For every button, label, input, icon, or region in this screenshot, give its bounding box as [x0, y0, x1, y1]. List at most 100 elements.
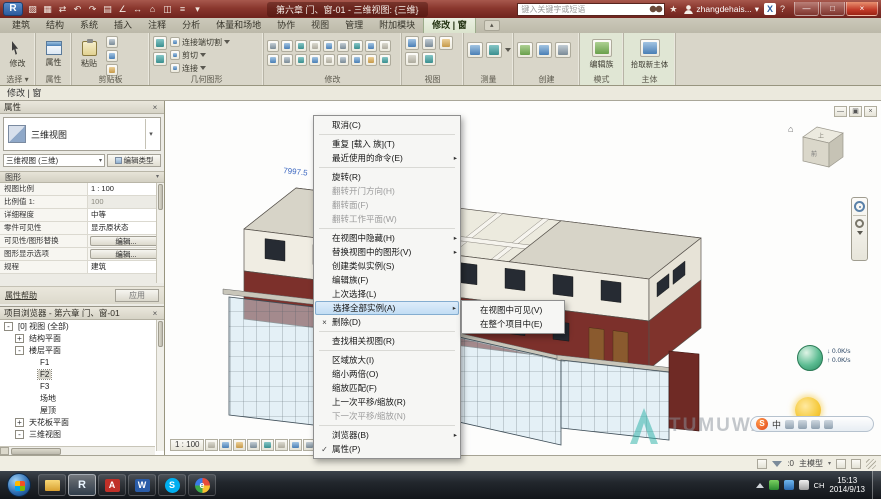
scrollbar-thumb[interactable]: [11, 448, 61, 455]
type-selector[interactable]: 三维视图 ▾: [3, 117, 161, 151]
maximize-button[interactable]: □: [820, 2, 845, 16]
view-minimize-icon[interactable]: —: [834, 106, 847, 117]
ime-skin-icon[interactable]: [811, 420, 820, 429]
aligned-dimension-icon[interactable]: ↔: [131, 3, 144, 16]
panel-label-measure[interactable]: 测量: [464, 74, 513, 85]
tab-view[interactable]: 视图: [303, 17, 337, 33]
zoom-tool-icon[interactable]: [855, 219, 864, 228]
taskbar-acrobat-icon[interactable]: A: [98, 474, 126, 496]
help-icon[interactable]: ?: [780, 4, 785, 14]
ime-toolbox-icon[interactable]: [824, 420, 833, 429]
create-group-icon[interactable]: [517, 42, 533, 58]
tab-insert[interactable]: 插入: [106, 17, 140, 33]
exclude-options-icon[interactable]: [851, 459, 861, 469]
match-properties-icon[interactable]: [379, 54, 391, 66]
tree-expander-icon[interactable]: +: [15, 334, 24, 343]
context-menu-item[interactable]: 上次选择(L): [315, 287, 459, 301]
exchange-apps-icon[interactable]: X: [764, 3, 776, 15]
wall-join-icon[interactable]: [153, 36, 167, 50]
demolish-icon[interactable]: [405, 52, 419, 66]
selection-filter-icon[interactable]: [772, 461, 782, 467]
viewcube-home-icon[interactable]: ⌂: [788, 124, 793, 134]
steering-wheel-icon[interactable]: [854, 201, 865, 212]
panel-label-mode[interactable]: 模式: [580, 74, 623, 85]
context-menu-item[interactable]: [319, 350, 455, 351]
ime-keyboard-icon[interactable]: [798, 420, 807, 429]
shadows-icon[interactable]: [247, 439, 260, 451]
tab-systems[interactable]: 系统: [72, 17, 106, 33]
join-geometry-button[interactable]: 连接: [170, 62, 230, 74]
remove-paint-icon[interactable]: [422, 52, 436, 66]
context-menu-item[interactable]: [319, 228, 455, 229]
edit-family-button[interactable]: 编辑族: [583, 36, 620, 73]
taskbar-word-icon[interactable]: W: [128, 474, 156, 496]
resize-grip[interactable]: [866, 459, 876, 469]
view-close-icon[interactable]: ×: [864, 106, 877, 117]
trim-corner-icon[interactable]: [281, 54, 293, 66]
panel-label-clipboard[interactable]: 剪贴板: [72, 74, 149, 85]
create-assembly-icon[interactable]: [555, 42, 571, 58]
tree-item[interactable]: - 楼层平面: [0, 344, 155, 356]
taskbar-browser-icon[interactable]: e: [188, 474, 216, 496]
scrollbar-thumb[interactable]: [158, 184, 163, 210]
design-options-icon[interactable]: [836, 459, 846, 469]
pin-icon[interactable]: [337, 54, 349, 66]
worksharing-icon[interactable]: [757, 459, 767, 469]
tree-expander-icon[interactable]: -: [4, 322, 13, 331]
net-speed-ball[interactable]: [797, 345, 823, 371]
tab-annotate[interactable]: 注释: [140, 17, 174, 33]
view-filter-combo[interactable]: 三维视图 (三维) ▾: [3, 154, 105, 167]
property-value[interactable]: 100: [88, 196, 164, 208]
context-menu-item[interactable]: 区域放大(I): [315, 353, 459, 367]
property-value[interactable]: 编辑...: [90, 236, 162, 246]
tree-item[interactable]: 场地: [0, 392, 155, 404]
context-menu-item[interactable]: 最近使用的命令(E) ▸: [315, 151, 459, 165]
tray-network-icon[interactable]: [784, 480, 794, 490]
navbar-caret-icon[interactable]: [857, 231, 863, 235]
context-menu-item[interactable]: [319, 134, 455, 135]
context-menu-item[interactable]: 编辑族(F): [315, 273, 459, 287]
tab-analyze[interactable]: 分析: [174, 17, 208, 33]
context-menu-item[interactable]: [319, 425, 455, 426]
minimize-button[interactable]: —: [794, 2, 819, 16]
paste-button[interactable]: 粘贴: [75, 36, 103, 73]
tab-modify-window[interactable]: 修改 | 窗: [423, 16, 476, 33]
context-menu-item[interactable]: 翻转开门方向(H): [315, 184, 459, 198]
crop-region-icon[interactable]: [289, 439, 302, 451]
property-value[interactable]: 1 : 100: [88, 183, 164, 195]
search-input[interactable]: [518, 4, 648, 15]
split-icon[interactable]: [323, 40, 335, 52]
copy-icon[interactable]: [106, 50, 118, 62]
join-end-cut-button[interactable]: 连接端切割: [170, 36, 230, 48]
language-indicator[interactable]: CH: [814, 481, 825, 490]
thin-lines-icon[interactable]: ≡: [176, 3, 189, 16]
browser-hscrollbar[interactable]: [0, 446, 155, 455]
tree-item[interactable]: F3: [0, 380, 155, 392]
taskbar-revit-icon[interactable]: R: [68, 474, 96, 496]
property-value[interactable]: 建筑: [88, 261, 164, 273]
taskbar-explorer-icon[interactable]: [38, 474, 66, 496]
submenu-item[interactable]: 在视图中可见(V): [463, 303, 563, 317]
tab-collaborate[interactable]: 协作: [269, 17, 303, 33]
favorites-star-icon[interactable]: ★: [669, 4, 677, 15]
array-icon[interactable]: [309, 54, 321, 66]
ribbon-collapse-icon[interactable]: ▴: [484, 20, 500, 31]
context-menu-item[interactable]: 上一次平移/缩放(R): [315, 395, 459, 409]
mirror-axis-icon[interactable]: [309, 40, 321, 52]
context-menu-item[interactable]: 缩小两倍(O): [315, 367, 459, 381]
paint-icon[interactable]: [439, 36, 453, 50]
context-menu-item[interactable]: 重复 [载入 族](T): [315, 137, 459, 151]
tab-manage[interactable]: 管理: [337, 17, 371, 33]
panel-label-modify[interactable]: 修改: [264, 74, 401, 85]
signin-user[interactable]: zhangdehais... ▾: [684, 4, 759, 15]
scrollbar-thumb[interactable]: [158, 321, 163, 347]
tab-architecture[interactable]: 建筑: [4, 17, 38, 33]
view-scale-button[interactable]: 1 : 100: [170, 439, 204, 451]
property-value[interactable]: 中等: [88, 209, 164, 221]
dimension-icon[interactable]: [486, 42, 502, 58]
tray-security-icon[interactable]: [769, 480, 779, 490]
sync-icon[interactable]: ⇄: [56, 3, 69, 16]
panel-label-geometry[interactable]: 几何图形: [150, 74, 263, 85]
context-menu-item[interactable]: 翻转面(F): [315, 198, 459, 212]
detail-level-icon[interactable]: [205, 439, 218, 451]
